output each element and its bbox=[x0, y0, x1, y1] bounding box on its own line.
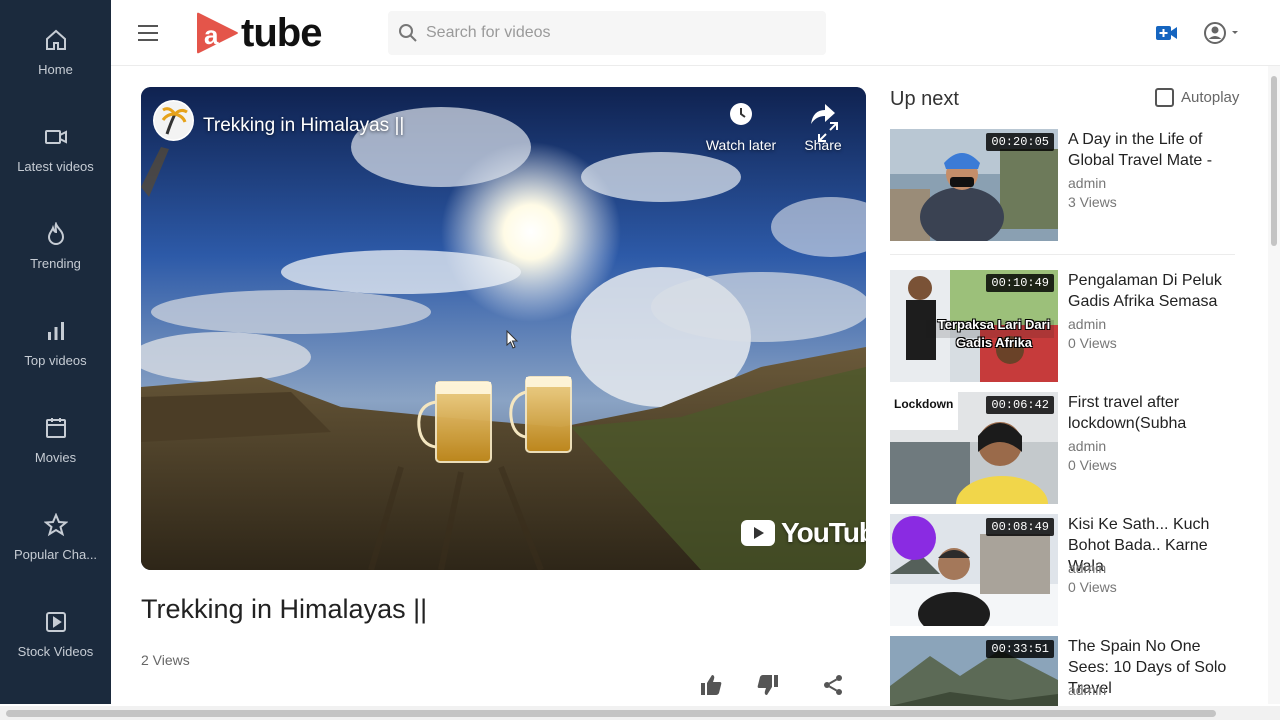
video-item-author[interactable]: admin bbox=[1068, 175, 1106, 191]
thumbs-down-icon[interactable] bbox=[756, 673, 780, 697]
video-item-views: 0 Views bbox=[1068, 579, 1117, 595]
video-item-title[interactable]: First travel after lockdown(Subha bbox=[1068, 392, 1240, 434]
fullscreen-icon[interactable] bbox=[817, 121, 839, 143]
sidebar-item-popular-channels[interactable]: Popular Cha... bbox=[0, 485, 111, 582]
sidebar: Home Latest videos Trending Top videos M… bbox=[0, 0, 111, 704]
recommended-video-item[interactable]: Lockdown 00:06:42 First travel after loc… bbox=[890, 392, 1240, 505]
top-header: a tube bbox=[111, 0, 1280, 66]
home-icon bbox=[45, 29, 66, 50]
sidebar-item-label: Home bbox=[38, 62, 73, 77]
logo-text: tube bbox=[241, 10, 322, 55]
clock-icon bbox=[730, 103, 752, 125]
scrollbar-thumb[interactable] bbox=[1271, 76, 1277, 246]
video-duration: 00:33:51 bbox=[986, 640, 1054, 658]
video-thumbnail[interactable]: 00:08:49 bbox=[890, 514, 1058, 626]
sidebar-item-latest-videos[interactable]: Latest videos bbox=[0, 97, 111, 194]
video-thumbnail[interactable]: Terpaksa Lari Dari Gadis Afrika 00:10:49 bbox=[890, 270, 1058, 382]
bar-chart-icon bbox=[47, 322, 64, 340]
sidebar-item-label: Popular Cha... bbox=[13, 547, 98, 562]
app-frame: Home Latest videos Trending Top videos M… bbox=[0, 0, 1280, 720]
sidebar-item-stock-videos[interactable]: Stock Videos bbox=[0, 582, 111, 679]
sidebar-item-label: Latest videos bbox=[17, 159, 94, 174]
up-next-heading: Up next bbox=[890, 88, 959, 110]
thumbs-up-icon[interactable] bbox=[699, 673, 723, 697]
sidebar-item-trending[interactable]: Trending bbox=[0, 194, 111, 291]
video-duration: 00:20:05 bbox=[986, 133, 1054, 151]
watch-later-button[interactable]: Watch later bbox=[701, 102, 781, 162]
sidebar-item-top-videos[interactable]: Top videos bbox=[0, 291, 111, 388]
autoplay-toggle[interactable]: Autoplay bbox=[1155, 88, 1239, 107]
sidebar-item-label: Top videos bbox=[24, 353, 87, 368]
youtube-watermark: YouTube bbox=[741, 517, 866, 549]
scrollbar-thumb[interactable] bbox=[6, 710, 1216, 717]
autoplay-label: Autoplay bbox=[1181, 89, 1240, 106]
star-icon bbox=[43, 513, 68, 537]
video-thumbnail[interactable]: Lockdown 00:06:42 bbox=[890, 392, 1058, 504]
video-item-title[interactable]: A Day in the Life of Global Travel Mate … bbox=[1068, 129, 1240, 171]
list-divider bbox=[890, 254, 1235, 255]
channel-avatar[interactable] bbox=[153, 100, 194, 141]
play-square-icon bbox=[45, 612, 66, 632]
video-item-author[interactable]: admin bbox=[1068, 682, 1106, 698]
svg-text:a: a bbox=[204, 20, 219, 50]
video-item-author[interactable]: admin bbox=[1068, 316, 1106, 332]
flame-icon bbox=[47, 222, 64, 245]
sidebar-item-label: Stock Videos bbox=[17, 644, 94, 659]
vertical-scrollbar[interactable] bbox=[1268, 66, 1280, 704]
share-icon[interactable] bbox=[821, 673, 845, 697]
video-item-title[interactable]: Pengalaman Di Peluk Gadis Afrika Semasa bbox=[1068, 270, 1240, 312]
palm-tree-logo-icon bbox=[154, 101, 193, 140]
video-item-views: 0 Views bbox=[1068, 457, 1117, 473]
video-thumbnail[interactable]: 00:20:05 bbox=[890, 129, 1058, 241]
video-camera-icon bbox=[44, 130, 67, 144]
sidebar-item-home[interactable]: Home bbox=[0, 0, 111, 97]
logo-play-icon: a bbox=[197, 12, 238, 54]
sidebar-item-label: Movies bbox=[34, 450, 77, 465]
thumbnail-caption: Lockdown bbox=[894, 397, 954, 411]
thumbnail-caption: Terpaksa Lari Dari Gadis Afrika bbox=[937, 317, 1051, 350]
video-duration: 00:08:49 bbox=[986, 518, 1054, 536]
video-title: Trekking in Himalayas || bbox=[141, 594, 428, 624]
search-icon bbox=[399, 24, 417, 42]
video-player[interactable]: Trekking in Himalayas || Watch later Sha… bbox=[141, 87, 866, 570]
video-duration: 00:10:49 bbox=[986, 274, 1054, 292]
video-item-views: 3 Views bbox=[1068, 194, 1117, 210]
watch-later-label: Watch later bbox=[705, 137, 777, 153]
horizontal-scrollbar[interactable] bbox=[0, 706, 1280, 720]
video-duration: 00:06:42 bbox=[986, 396, 1054, 414]
autoplay-checkbox[interactable] bbox=[1155, 88, 1174, 107]
mouse-cursor-icon bbox=[506, 330, 519, 349]
search-input[interactable] bbox=[426, 11, 816, 55]
sidebar-item-label: Trending bbox=[30, 256, 81, 271]
youtube-logo-icon bbox=[741, 520, 775, 546]
recommended-video-item[interactable]: 00:08:49 Kisi Ke Sath... Kuch Bohot Bada… bbox=[890, 514, 1240, 627]
video-item-views: 0 Views bbox=[1068, 335, 1117, 351]
player-title[interactable]: Trekking in Himalayas || bbox=[203, 115, 404, 137]
search-bar bbox=[388, 11, 826, 55]
account-circle-icon[interactable] bbox=[1202, 20, 1242, 46]
sidebar-item-movies[interactable]: Movies bbox=[0, 388, 111, 485]
recommended-video-item[interactable]: Terpaksa Lari Dari Gadis Afrika 00:10:49… bbox=[890, 270, 1240, 383]
site-logo[interactable]: a tube bbox=[195, 10, 322, 56]
video-upload-icon[interactable] bbox=[1156, 23, 1178, 43]
hamburger-menu-icon[interactable] bbox=[138, 23, 160, 43]
calendar-icon bbox=[45, 418, 66, 438]
recommended-video-item[interactable]: 00:20:05 A Day in the Life of Global Tra… bbox=[890, 129, 1240, 242]
youtube-watermark-text: YouTube bbox=[781, 517, 866, 548]
video-item-author[interactable]: admin bbox=[1068, 560, 1106, 576]
video-views: 2 Views bbox=[141, 652, 190, 668]
video-item-author[interactable]: admin bbox=[1068, 438, 1106, 454]
